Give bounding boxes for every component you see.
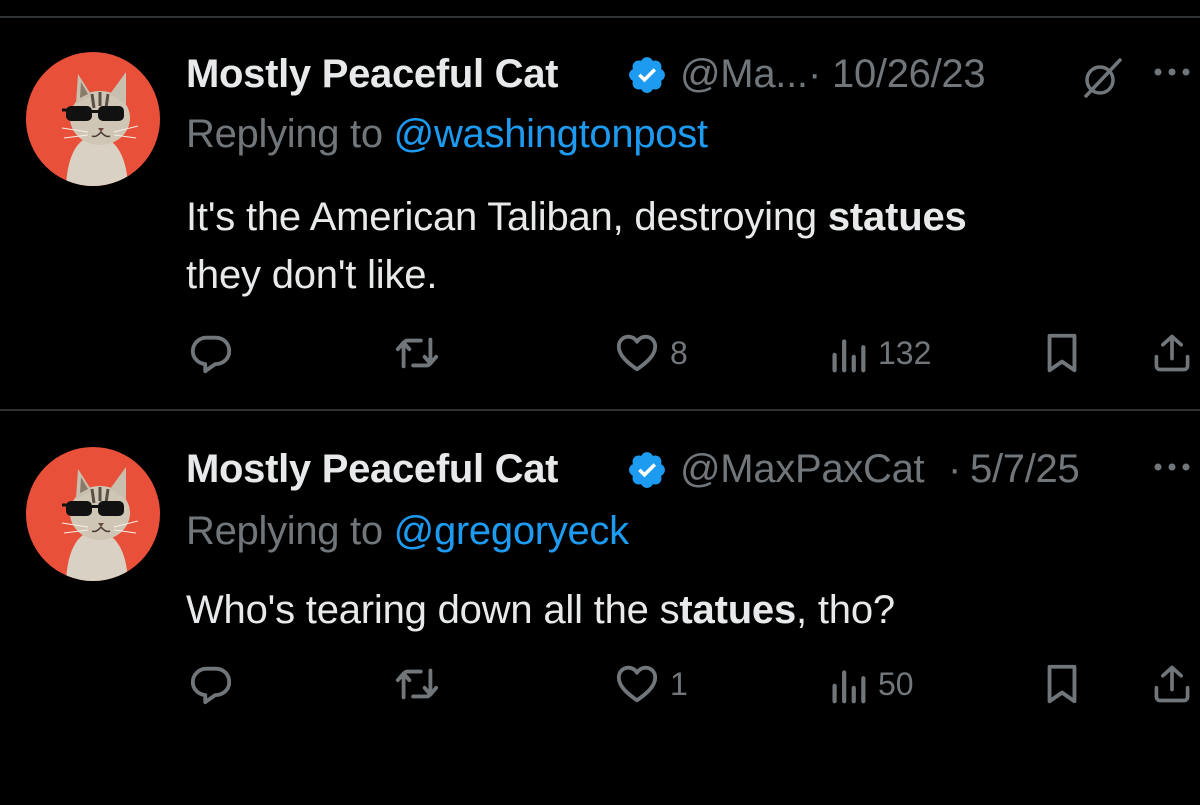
tweet-text-bold: statues: [827, 195, 967, 239]
tweet-header: Mostly Peaceful Cat @MaxPaxCat · 5/7/25: [186, 447, 1200, 501]
reply-icon: [190, 335, 232, 374]
views-count: 132: [878, 334, 932, 371]
display-name[interactable]: Mostly Peaceful Cat: [186, 52, 559, 97]
retweet-button[interactable]: [392, 659, 442, 709]
avatar[interactable]: [26, 52, 160, 186]
replying-to-line: Replying to @washingtonpost: [186, 112, 708, 157]
reply-mention-link[interactable]: @washingtonpost: [394, 112, 708, 156]
views-button[interactable]: 132: [828, 328, 931, 378]
retweet-icon: [395, 668, 439, 700]
replying-to-line: Replying to @gregoryeck: [186, 509, 629, 554]
user-handle[interactable]: @Ma...: [680, 52, 808, 97]
tweet-text-part: Who's tearing down all the s: [186, 588, 680, 632]
verified-badge-icon[interactable]: [626, 449, 668, 491]
like-count: 1: [670, 665, 688, 702]
tweet-text: It's the American Taliban, destroying st…: [186, 188, 1146, 304]
tweet-text-bold: tatues: [679, 588, 797, 632]
separator-dot: ·: [808, 52, 822, 96]
tweet-date[interactable]: 5/7/25: [970, 447, 1080, 492]
bookmark-button[interactable]: [1042, 659, 1082, 709]
reply-mention-link[interactable]: @gregoryeck: [394, 509, 629, 553]
avatar[interactable]: [26, 447, 160, 581]
like-icon: [616, 665, 658, 703]
share-button[interactable]: [1150, 659, 1194, 709]
share-button[interactable]: [1150, 328, 1194, 378]
like-icon: [616, 334, 658, 372]
retweet-button[interactable]: [392, 328, 442, 378]
views-icon: [832, 339, 866, 373]
replying-to-label: Replying to: [186, 509, 383, 553]
views-button[interactable]: 50: [828, 659, 914, 709]
tweet-text: Who's tearing down all the statues, tho?: [186, 581, 1146, 639]
user-handle[interactable]: @MaxPaxCat: [680, 447, 925, 492]
display-name[interactable]: Mostly Peaceful Cat: [186, 447, 559, 492]
tweet-header: Mostly Peaceful Cat @Ma... · 10/26/23: [186, 52, 1200, 106]
tweet-date[interactable]: 10/26/23: [832, 52, 986, 97]
bookmark-button[interactable]: [1042, 328, 1082, 378]
more-icon[interactable]: [1152, 64, 1192, 80]
verified-badge-icon[interactable]: [626, 54, 668, 96]
grok-icon[interactable]: [1080, 56, 1124, 100]
like-count: 8: [670, 334, 688, 371]
views-count: 50: [878, 665, 914, 702]
tweet-2[interactable]: Mostly Peaceful Cat @MaxPaxCat · 5/7/25 …: [0, 413, 1200, 805]
cat-avatar-image: [26, 52, 160, 186]
reply-button[interactable]: [188, 328, 234, 378]
bookmark-icon: [1047, 333, 1077, 373]
share-icon: [1154, 665, 1190, 703]
bookmark-icon: [1047, 664, 1077, 704]
tweet-text-part: , tho?: [796, 588, 895, 632]
like-button[interactable]: 8: [614, 328, 688, 378]
like-button[interactable]: 1: [614, 659, 688, 709]
tweet-1[interactable]: Mostly Peaceful Cat @Ma... · 10/26/23 Re…: [0, 18, 1200, 410]
tweet-text-part: they don't like.: [186, 253, 438, 297]
views-icon: [832, 670, 866, 704]
reply-icon: [190, 666, 232, 705]
separator-dot: ·: [948, 447, 962, 491]
replying-to-label: Replying to: [186, 112, 383, 156]
tweet-actions: 1 50: [0, 659, 1200, 709]
cat-avatar-image: [26, 447, 160, 581]
tweet-divider: [0, 409, 1200, 411]
share-icon: [1154, 334, 1190, 372]
tweet-actions: 8 132: [0, 328, 1200, 378]
tweet-text-part: It's the American Taliban, destroying: [186, 195, 828, 239]
reply-button[interactable]: [188, 659, 234, 709]
retweet-icon: [395, 337, 439, 369]
more-icon[interactable]: [1152, 459, 1192, 475]
